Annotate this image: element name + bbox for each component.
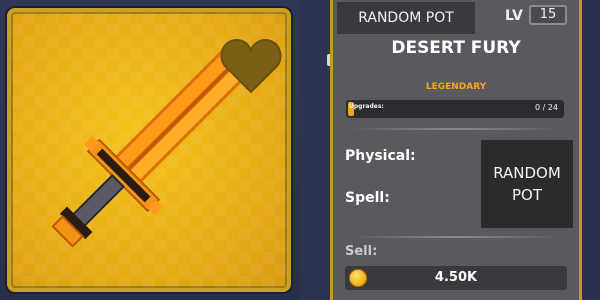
item-display-frame[interactable] [7, 8, 291, 292]
random-pot-box[interactable]: RANDOM POT [481, 140, 573, 228]
rarity-label: LEGENDARY [425, 82, 487, 92]
sell-button[interactable]: 4.50K [345, 266, 567, 290]
physical-stat-label: Physical: [345, 148, 416, 164]
background-right [582, 0, 600, 300]
sell-label: Sell: [345, 244, 378, 259]
sell-value: 4.50K [434, 270, 478, 285]
heart-icon[interactable] [219, 36, 283, 96]
level-badge: 15 [529, 5, 567, 25]
pot-box-line-1: RANDOM [493, 164, 561, 182]
upgrade-label: Upgrades: [349, 103, 384, 110]
item-name: DESERT FURY [391, 38, 521, 58]
background-gap [300, 0, 330, 300]
divider [351, 128, 561, 130]
tab-random-pot[interactable]: RANDOM POT [337, 2, 475, 34]
item-info-panel: RANDOM POT LV 15 DESERT FURY LEGENDARY U… [330, 0, 582, 300]
upgrade-count: 0 / 24 [534, 103, 558, 112]
divider [351, 236, 561, 238]
upgrade-progress-bar: Upgrades: 0 / 24 [346, 100, 564, 118]
pot-box-line-2: POT [511, 186, 542, 204]
spell-stat-label: Spell: [345, 190, 390, 206]
level-label: LV [505, 8, 523, 24]
